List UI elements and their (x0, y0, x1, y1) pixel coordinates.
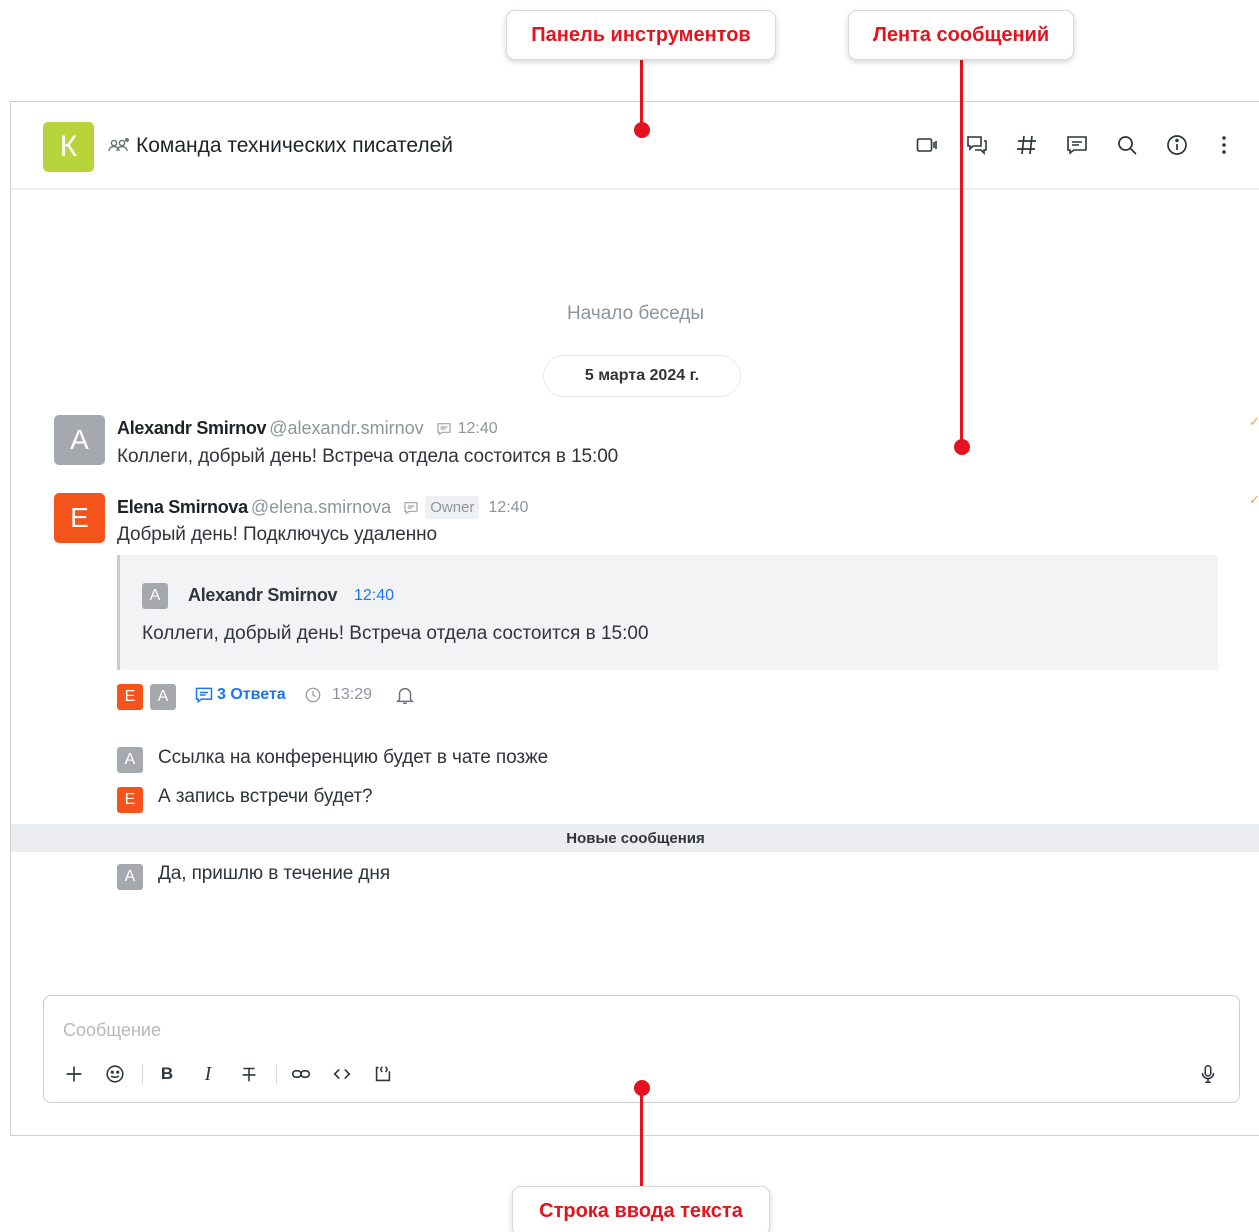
code-icon[interactable] (330, 1062, 354, 1086)
team-icon (108, 138, 129, 152)
quote-time[interactable]: 12:40 (354, 587, 394, 605)
callout-dot-input (634, 1080, 650, 1096)
username[interactable]: Elena Smirnova (117, 497, 248, 518)
bell-icon[interactable] (394, 684, 416, 706)
toolbar-divider (276, 1064, 277, 1084)
info-icon[interactable] (1164, 132, 1190, 158)
thread-participant-avatar[interactable]: A (150, 684, 176, 710)
callout-dot-toolbar (634, 122, 650, 138)
callout-input: Строка ввода текста (512, 1186, 770, 1232)
thread-replies-count: 3 Ответа (217, 686, 286, 703)
callout-feed: Лента сообщений (848, 10, 1074, 60)
username[interactable]: Alexandr Smirnov (117, 418, 267, 439)
message-text: Да, пришлю в течение дня (158, 863, 391, 884)
channels-hash-icon[interactable] (1014, 132, 1040, 158)
message-text: Коллеги, добрый день! Встреча отдела сос… (117, 446, 619, 467)
chat-window: К Команда технических писателей Начало б… (10, 101, 1259, 1136)
room-header: К Команда технических писателей (11, 102, 1259, 190)
room-title[interactable]: Команда технических писателей (136, 134, 453, 158)
video-call-icon[interactable] (914, 132, 940, 158)
read-check-icon: ✓ (1249, 492, 1259, 507)
link-icon[interactable] (289, 1062, 313, 1086)
thread-last-reply-time: 13:29 (332, 686, 373, 703)
room-avatar[interactable]: К (43, 122, 94, 172)
thread-participant-avatar[interactable]: E (117, 684, 143, 710)
date-divider: 5 марта 2024 г. (543, 355, 741, 397)
callout-toolbar: Панель инструментов (506, 10, 776, 60)
read-check-icon: ✓ (1249, 414, 1259, 429)
message-time[interactable]: 12:40 (488, 499, 528, 517)
conversation-start-label: Начало беседы (566, 303, 705, 324)
message-text: А запись встречи будет? (158, 786, 373, 807)
kebab-menu-icon[interactable] (1211, 132, 1237, 158)
message-header: Elena Smirnova @elena.smirnova Owner 12:… (117, 496, 528, 519)
message-time[interactable]: 12:40 (458, 420, 498, 438)
user-handle[interactable]: @alexandr.smirnov (269, 418, 423, 439)
avatar[interactable]: A (117, 747, 143, 773)
thread-replies-link[interactable]: 3 Ответа (194, 685, 286, 705)
callout-line-input (640, 1088, 643, 1186)
quoted-message[interactable]: A Alexandr Smirnov 12:40 Коллеги, добрый… (117, 555, 1218, 670)
callout-line-toolbar (640, 60, 643, 130)
clock-icon (305, 687, 321, 703)
avatar[interactable]: A (54, 415, 105, 465)
toolbar-divider (142, 1064, 143, 1084)
italic-icon[interactable]: I (196, 1062, 220, 1086)
role-badge: Owner (425, 496, 480, 519)
thread-replies-icon (195, 687, 213, 704)
code-block-icon[interactable] (371, 1062, 395, 1086)
bold-icon[interactable]: B (155, 1062, 179, 1086)
thread-last-reply: 13:29 (303, 685, 372, 705)
emoji-icon[interactable] (103, 1062, 127, 1086)
avatar[interactable]: A (117, 864, 143, 890)
message-input[interactable] (63, 1020, 1163, 1041)
microphone-icon[interactable] (1196, 1062, 1220, 1086)
message-header: Alexandr Smirnov @alexandr.smirnov 12:40 (117, 418, 498, 439)
avatar[interactable]: E (117, 787, 143, 813)
user-handle[interactable]: @elena.smirnova (251, 497, 391, 518)
avatar[interactable]: E (54, 493, 105, 543)
thread-icon (436, 422, 451, 436)
quote-text: Коллеги, добрый день! Встреча отдела сос… (142, 623, 649, 644)
avatar[interactable]: A (142, 583, 168, 609)
plus-icon[interactable] (62, 1062, 86, 1086)
message-text: Добрый день! Подключусь удаленно (117, 524, 437, 545)
discussion-icon[interactable] (964, 132, 990, 158)
thread-icon (404, 501, 418, 515)
new-messages-divider: Новые сообщения (11, 824, 1259, 852)
callout-dot-feed (954, 439, 970, 455)
message-text: Ссылка на конференцию будет в чате позже (158, 747, 549, 768)
strikethrough-icon[interactable] (237, 1062, 261, 1086)
threads-icon[interactable] (1064, 132, 1090, 158)
quote-author[interactable]: Alexandr Smirnov (188, 585, 338, 606)
callout-line-feed (960, 60, 963, 446)
search-icon[interactable] (1114, 132, 1140, 158)
